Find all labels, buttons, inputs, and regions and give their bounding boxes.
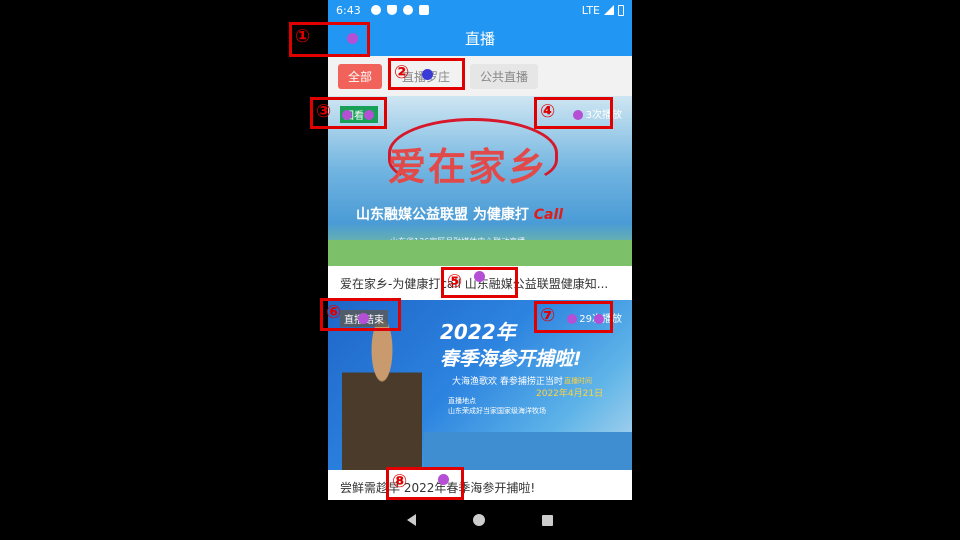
- nav-back-icon[interactable]: [406, 514, 416, 526]
- thumbnail-subline: 山东融媒公益联盟 为健康打 Call: [356, 204, 563, 224]
- network-label: LTE: [581, 3, 600, 17]
- marker-number: ⑤: [447, 271, 463, 292]
- thumbnail-year: 2022年: [440, 320, 516, 344]
- annotation-dot: [567, 314, 577, 324]
- annotation-dot: [594, 314, 604, 324]
- annotation-dot: [364, 110, 374, 120]
- marker-number: ⑦: [540, 305, 556, 326]
- annotation-dot: [358, 313, 369, 324]
- grass-graphic: [328, 240, 632, 266]
- card-title[interactable]: 尝鲜需趁早 2022年春季海参开捕啦!: [328, 470, 632, 504]
- annotation-dot: [342, 110, 352, 120]
- annotation-dot: [474, 271, 485, 282]
- app-bar: 直播: [328, 20, 632, 56]
- page-title: 直播: [464, 29, 495, 48]
- annotation-dot: [347, 33, 358, 44]
- marker-number: ③: [316, 101, 332, 122]
- thumbnail-date-label: 直播时间: [564, 377, 592, 385]
- thumbnail-headline: 爱在家乡: [388, 144, 549, 189]
- marker-number: ⑧: [392, 471, 408, 492]
- annotation-marker: ⑧: [386, 467, 464, 500]
- status-time: 6:43: [336, 3, 361, 17]
- nav-home-icon[interactable]: [472, 514, 485, 526]
- fisherman-graphic: [342, 320, 422, 470]
- filter-all[interactable]: 全部: [338, 63, 383, 89]
- status-bar: 6:43 LTE: [328, 0, 632, 20]
- sd-card-icon: [418, 5, 429, 15]
- annotation-dot: [422, 69, 433, 80]
- thumbnail-headline: 春季海参开捕啦!: [440, 348, 582, 370]
- thumbnail-date: 2022年4月21日: [536, 389, 604, 399]
- sea-graphic: [424, 432, 632, 470]
- annotation-dot: [573, 110, 583, 120]
- nav-recents-icon[interactable]: [542, 514, 554, 526]
- shield-icon: [386, 5, 397, 15]
- thumbnail-subline-text: 山东融媒公益联盟 为健康打: [356, 207, 529, 223]
- filter-tabs: 全部 直播罗庄 公共直播: [328, 56, 632, 96]
- marker-number: ⑥: [326, 302, 342, 323]
- thumbnail-location: 山东荣成好当家国家级海洋牧场: [448, 407, 546, 415]
- system-nav-bar: [328, 500, 632, 540]
- thumbnail-location-label: 直播地点: [448, 397, 476, 405]
- play-icon: [402, 5, 413, 15]
- battery-icon: [618, 4, 624, 16]
- annotation-dot: [438, 474, 449, 485]
- marker-number: ②: [394, 62, 410, 83]
- thumbnail-call-text: Call: [533, 207, 564, 223]
- signal-icon: [604, 5, 614, 15]
- settings-icon: [370, 5, 381, 15]
- filter-public[interactable]: 公共直播: [470, 63, 539, 89]
- marker-number: ①: [295, 26, 311, 47]
- marker-number: ④: [540, 101, 556, 122]
